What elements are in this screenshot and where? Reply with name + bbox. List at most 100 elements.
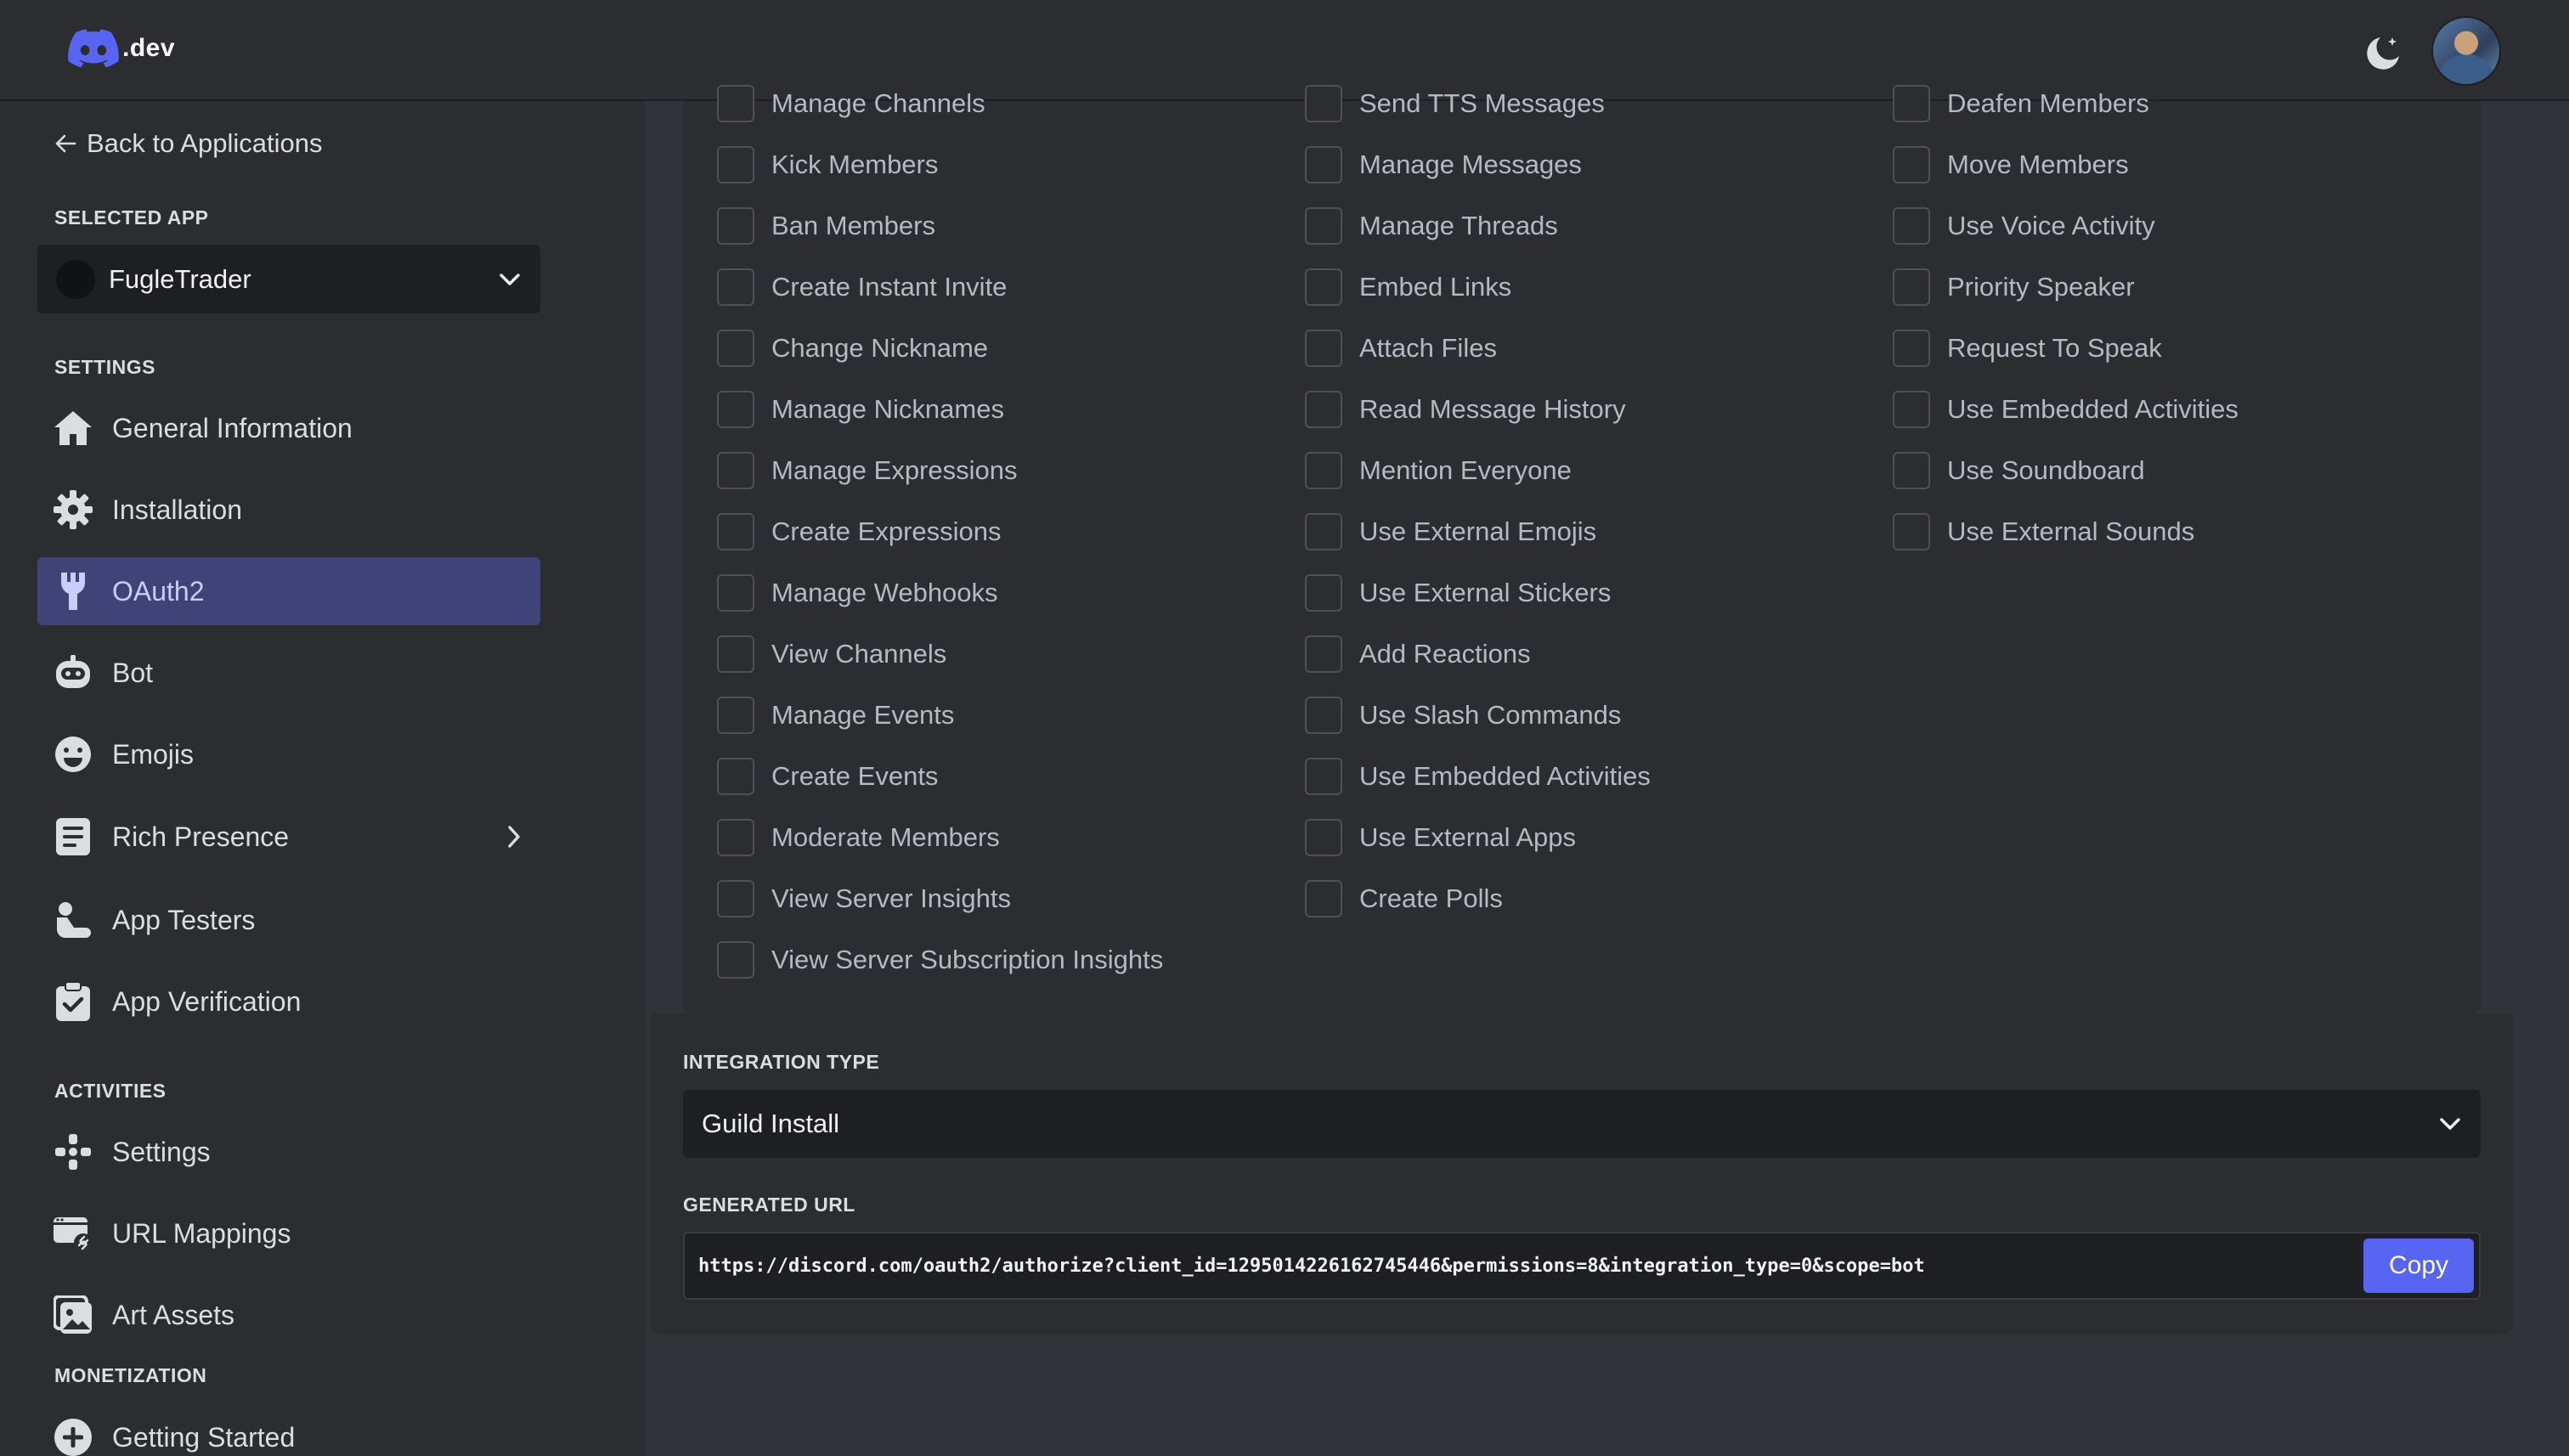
permission-checkbox[interactable]: Manage Events [717,694,954,736]
checkbox-box[interactable] [1893,452,1930,489]
permission-checkbox[interactable]: Use External Sounds [1893,511,2194,553]
permission-checkbox[interactable]: Moderate Members [717,816,1000,859]
permission-checkbox[interactable]: Change Nickname [717,327,988,370]
permission-checkbox[interactable]: Create Events [717,755,938,798]
permission-checkbox[interactable]: Manage Channels [717,82,985,125]
generated-url-text[interactable]: https://discord.com/oauth2/authorize?cli… [698,1256,2363,1277]
checkbox-box[interactable] [717,819,754,856]
permission-checkbox[interactable]: Request To Speak [1893,327,2162,370]
permission-checkbox[interactable]: Deafen Members [1893,82,2149,125]
checkbox-box[interactable] [1305,819,1342,856]
checkbox-box[interactable] [717,452,754,489]
sidebar-item-emojis[interactable]: Emojis [37,720,540,788]
checkbox-box[interactable] [717,635,754,673]
checkbox-box[interactable] [1305,207,1342,245]
sidebar-item-general-information[interactable]: General Information [37,394,540,462]
permission-checkbox[interactable]: Use Embedded Activities [1305,755,1651,798]
checkbox-box[interactable] [1893,268,1930,306]
permission-checkbox[interactable]: Use External Emojis [1305,511,1596,553]
permission-checkbox[interactable]: Manage Messages [1305,144,1582,186]
checkbox-box[interactable] [1893,146,1930,183]
checkbox-box[interactable] [717,697,754,734]
permission-checkbox[interactable]: Ban Members [717,205,935,247]
sidebar-item-getting-started[interactable]: Getting Started [37,1403,540,1456]
checkbox-box[interactable] [1305,330,1342,367]
checkbox-box[interactable] [1893,330,1930,367]
checkbox-box[interactable] [1893,391,1930,428]
sidebar-item-app-verification[interactable]: App Verification [37,968,540,1036]
permission-checkbox[interactable]: Use External Stickers [1305,572,1611,614]
generated-url-label: GENERATED URL [683,1194,855,1216]
checkbox-box[interactable] [1305,452,1342,489]
permission-checkbox[interactable]: View Server Insights [717,878,1011,920]
checkbox-box[interactable] [717,758,754,795]
checkbox-box[interactable] [1305,635,1342,673]
permission-checkbox[interactable]: Use Voice Activity [1893,205,2155,247]
permission-checkbox[interactable]: Use External Apps [1305,816,1576,859]
permission-checkbox[interactable]: Use Slash Commands [1305,694,1621,736]
checkbox-box[interactable] [1893,85,1930,122]
sidebar-item-activity-settings[interactable]: Settings [37,1118,540,1186]
emoji-icon [51,732,95,776]
permission-checkbox[interactable]: Create Expressions [717,511,1002,553]
sidebar-item-app-testers[interactable]: App Testers [37,886,540,954]
checkbox-box[interactable] [717,941,754,979]
permission-checkbox[interactable]: Priority Speaker [1893,266,2135,308]
user-avatar[interactable] [2431,16,2501,86]
permission-checkbox[interactable]: Create Polls [1305,878,1503,920]
permission-checkbox[interactable]: Create Instant Invite [717,266,1007,308]
moon-icon[interactable] [2362,32,2404,75]
checkbox-box[interactable] [1305,268,1342,306]
checkbox-box[interactable] [717,880,754,917]
checkbox-box[interactable] [717,85,754,122]
checkbox-box[interactable] [717,146,754,183]
permission-checkbox[interactable]: View Channels [717,633,946,675]
permission-checkbox[interactable]: Read Message History [1305,388,1626,431]
sidebar-item-oauth2[interactable]: OAuth2 [37,557,540,625]
back-label: Back to Applications [87,128,323,158]
testers-icon [51,898,95,942]
checkbox-box[interactable] [717,574,754,612]
integration-type-select[interactable]: Guild Install [683,1090,2481,1158]
sidebar-item-rich-presence[interactable]: Rich Presence [37,803,540,871]
checkbox-box[interactable] [717,513,754,550]
permission-checkbox[interactable]: Use Embedded Activities [1893,388,2239,431]
selected-app-dropdown[interactable]: FugleTrader [37,245,540,313]
checkbox-box[interactable] [1305,391,1342,428]
checkbox-box[interactable] [717,207,754,245]
sidebar-item-installation[interactable]: Installation [37,476,540,544]
copy-button[interactable]: Copy [2363,1239,2474,1293]
permission-checkbox[interactable]: Manage Nicknames [717,388,1004,431]
checkbox-box[interactable] [1893,513,1930,550]
url-mappings-icon [51,1211,95,1256]
sidebar-item-bot[interactable]: Bot [37,639,540,707]
permission-checkbox[interactable]: Manage Threads [1305,205,1558,247]
checkbox-box[interactable] [1893,207,1930,245]
checkbox-box[interactable] [1305,697,1342,734]
discord-dev-logo[interactable]: .dev [68,29,175,68]
permission-checkbox[interactable]: Manage Webhooks [717,572,998,614]
sidebar-item-url-mappings[interactable]: URL Mappings [37,1199,540,1267]
permission-checkbox[interactable]: Embed Links [1305,266,1511,308]
checkbox-box[interactable] [717,391,754,428]
permission-checkbox[interactable]: Kick Members [717,144,938,186]
checkbox-box[interactable] [1305,574,1342,612]
permission-checkbox[interactable]: Move Members [1893,144,2129,186]
checkbox-box[interactable] [1305,513,1342,550]
generated-url-field[interactable]: https://discord.com/oauth2/authorize?cli… [683,1232,2481,1300]
checkbox-box[interactable] [1305,146,1342,183]
checkbox-box[interactable] [717,268,754,306]
sidebar-item-art-assets[interactable]: Art Assets [37,1281,540,1349]
permission-checkbox[interactable]: Add Reactions [1305,633,1531,675]
permission-checkbox[interactable]: Send TTS Messages [1305,82,1605,125]
checkbox-box[interactable] [1305,758,1342,795]
permission-checkbox[interactable]: View Server Subscription Insights [717,939,1163,981]
permission-checkbox[interactable]: Attach Files [1305,327,1497,370]
permission-checkbox[interactable]: Use Soundboard [1893,449,2145,492]
permission-checkbox[interactable]: Mention Everyone [1305,449,1572,492]
checkbox-box[interactable] [717,330,754,367]
checkbox-box[interactable] [1305,85,1342,122]
permission-checkbox[interactable]: Manage Expressions [717,449,1018,492]
back-to-applications-link[interactable]: Back to Applications [54,128,322,159]
checkbox-box[interactable] [1305,880,1342,917]
